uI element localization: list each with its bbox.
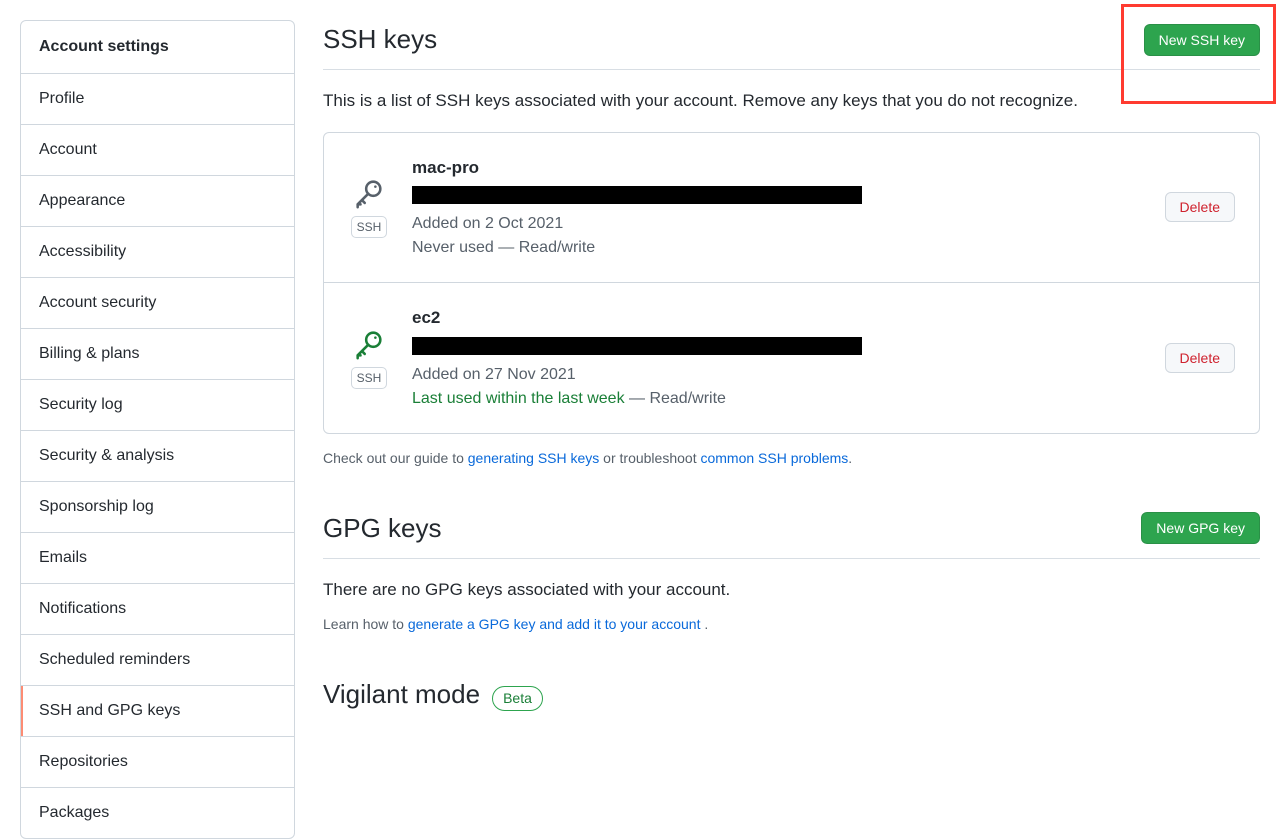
- generate-gpg-key-link[interactable]: generate a GPG key and add it to your ac…: [408, 616, 705, 632]
- key-added-date: Added on 2 Oct 2021: [412, 212, 1143, 236]
- sidebar-item-billing-plans[interactable]: Billing & plans: [21, 329, 294, 380]
- vigilant-mode-header: Vigilant mode Beta: [323, 675, 1260, 714]
- common-ssh-problems-link[interactable]: common SSH problems: [700, 450, 848, 466]
- ssh-section-header: SSH keys New SSH key: [323, 20, 1260, 70]
- delete-key-button[interactable]: Delete: [1165, 343, 1235, 373]
- key-usage: Last used within the last week — Read/wr…: [412, 387, 1143, 411]
- sidebar-item-security-analysis[interactable]: Security & analysis: [21, 431, 294, 482]
- main-content: SSH keys New SSH key This is a list of S…: [323, 20, 1260, 839]
- new-ssh-key-button[interactable]: New SSH key: [1144, 24, 1260, 56]
- beta-badge: Beta: [492, 686, 543, 711]
- key-icon: SSH: [348, 327, 390, 389]
- settings-sidebar: Account settings ProfileAccountAppearanc…: [20, 20, 295, 839]
- ssh-type-badge: SSH: [351, 216, 388, 238]
- sidebar-item-ssh-and-gpg-keys[interactable]: SSH and GPG keys: [21, 686, 294, 737]
- sidebar-item-notifications[interactable]: Notifications: [21, 584, 294, 635]
- sidebar-item-sponsorship-log[interactable]: Sponsorship log: [21, 482, 294, 533]
- gpg-title: GPG keys: [323, 509, 441, 548]
- gpg-help-text: Learn how to generate a GPG key and add …: [323, 614, 1260, 635]
- sidebar-item-packages[interactable]: Packages: [21, 788, 294, 838]
- sidebar-item-scheduled-reminders[interactable]: Scheduled reminders: [21, 635, 294, 686]
- sidebar-item-security-log[interactable]: Security log: [21, 380, 294, 431]
- key-added-date: Added on 27 Nov 2021: [412, 363, 1143, 387]
- vigilant-title: Vigilant mode: [323, 675, 480, 714]
- key-name: mac-pro: [412, 155, 1143, 181]
- ssh-title: SSH keys: [323, 20, 437, 59]
- sidebar-item-profile[interactable]: Profile: [21, 74, 294, 125]
- sidebar-item-emails[interactable]: Emails: [21, 533, 294, 584]
- sidebar-item-account[interactable]: Account: [21, 125, 294, 176]
- gpg-section-header: GPG keys New GPG key: [323, 509, 1260, 559]
- sidebar-item-appearance[interactable]: Appearance: [21, 176, 294, 227]
- gpg-empty-message: There are no GPG keys associated with yo…: [323, 577, 1260, 603]
- key-icon: SSH: [348, 176, 390, 238]
- sidebar-item-account-security[interactable]: Account security: [21, 278, 294, 329]
- ssh-key-row: SSH mac-pro Added on 2 Oct 2021Never used …: [324, 133, 1259, 284]
- sidebar-item-repositories[interactable]: Repositories: [21, 737, 294, 788]
- key-fingerprint-redacted: [412, 186, 862, 204]
- generating-ssh-keys-link[interactable]: generating SSH keys: [468, 450, 600, 466]
- new-gpg-key-button[interactable]: New GPG key: [1141, 512, 1260, 544]
- delete-key-button[interactable]: Delete: [1165, 192, 1235, 222]
- sidebar-item-accessibility[interactable]: Accessibility: [21, 227, 294, 278]
- ssh-description: This is a list of SSH keys associated wi…: [323, 88, 1260, 114]
- ssh-key-row: SSH ec2 Added on 27 Nov 2021Last used with…: [324, 283, 1259, 433]
- ssh-key-list: SSH mac-pro Added on 2 Oct 2021Never used …: [323, 132, 1260, 434]
- key-name: ec2: [412, 305, 1143, 331]
- ssh-help-text: Check out our guide to generating SSH ke…: [323, 448, 1260, 469]
- ssh-type-badge: SSH: [351, 367, 388, 389]
- sidebar-header: Account settings: [21, 21, 294, 74]
- key-usage: Never used — Read/write: [412, 236, 1143, 260]
- key-fingerprint-redacted: [412, 337, 862, 355]
